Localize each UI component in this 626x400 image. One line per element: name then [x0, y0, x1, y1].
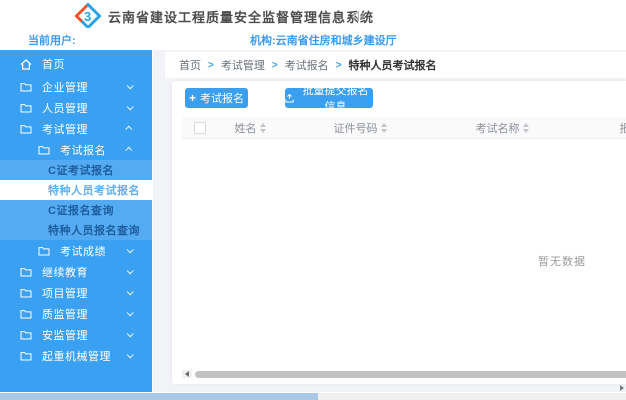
column-header[interactable]: 考试名称: [438, 117, 566, 138]
speaker-icon[interactable]: [351, 9, 365, 23]
column-header-label: 证件号码: [334, 120, 378, 136]
sidebar-item-continuing-education[interactable]: 继续教育: [0, 261, 152, 282]
chevron-down-icon: [127, 288, 134, 295]
app-header: 3 云南省建设工程质量安全监督管理信息系统: [0, 0, 626, 28]
folder-icon: [20, 309, 34, 319]
sidebar-item-special-personnel-exam-registration[interactable]: 特种人员考试报名: [0, 180, 152, 200]
sidebar-item-c-cert-exam-registration[interactable]: C证考试报名: [0, 160, 152, 180]
chevron-down-icon: [127, 103, 134, 110]
batch-submit-button-label: 批量提交报名信息: [298, 82, 373, 114]
sidebar-item-label: C证考试报名: [48, 162, 114, 178]
sidebar-item-enterprise-mgmt[interactable]: 企业管理: [0, 76, 152, 97]
sidebar-item-home[interactable]: 首页: [0, 52, 152, 76]
column-header-label: 考试名称: [476, 120, 520, 136]
sidebar-item-exam-mgmt[interactable]: 考试管理: [0, 118, 152, 139]
folder-icon: [20, 267, 34, 277]
scrollbar-thumb[interactable]: [195, 371, 626, 378]
scroll-left-arrow[interactable]: [182, 370, 192, 378]
sidebar-item-label: 企业管理: [42, 79, 88, 95]
folder-icon: [38, 246, 52, 256]
sidebar-item-c-cert-registration-query[interactable]: C证报名查询: [0, 200, 152, 220]
current-user-label: 当前用户:: [28, 32, 76, 48]
select-all-header-cell: [182, 117, 218, 138]
sort-icon[interactable]: [260, 123, 266, 133]
user-bar: 当前用户: 机构:云南省住房和城乡建设厅: [0, 28, 626, 50]
sort-icon[interactable]: [381, 123, 387, 133]
folder-icon: [38, 145, 52, 155]
folder-icon: [20, 103, 34, 113]
folder-icon: [20, 124, 34, 134]
table-header-row: 姓名 证件号码 考试名称 报名时间: [182, 117, 626, 139]
breadcrumb-item: 特种人员考试报名: [349, 57, 437, 73]
chevron-up-icon: [125, 126, 132, 133]
registration-table: 姓名 证件号码 考试名称 报名时间 暂无数据: [182, 117, 626, 364]
chevron-up-icon: [125, 147, 132, 154]
chevron-down-icon: [127, 351, 134, 358]
select-all-checkbox[interactable]: [194, 122, 206, 134]
plus-icon: +: [189, 92, 196, 104]
folder-icon: [20, 288, 34, 298]
breadcrumb-item[interactable]: 考试管理: [221, 57, 265, 73]
chevron-down-icon: [127, 309, 134, 316]
batch-submit-button[interactable]: 批量提交报名信息: [285, 88, 373, 108]
chevron-down-icon: [127, 267, 134, 274]
sidebar-item-project-mgmt[interactable]: 项目管理: [0, 282, 152, 303]
sidebar-item-exam-registration[interactable]: 考试报名: [0, 139, 152, 160]
svg-text:3: 3: [84, 9, 91, 24]
sidebar-item-label: 考试成绩: [60, 243, 106, 259]
chevron-down-icon: [127, 82, 134, 89]
sidebar-item-label: 特种人员报名查询: [48, 222, 140, 238]
upload-icon: [285, 94, 294, 103]
breadcrumb-item[interactable]: 考试报名: [285, 57, 329, 73]
page-scrollbar-thumb[interactable]: [0, 393, 318, 400]
chevron-down-icon: [127, 330, 134, 337]
sort-icon[interactable]: [523, 123, 529, 133]
exam-register-button-label: 考试报名: [200, 90, 244, 106]
table-horizontal-scrollbar: [182, 370, 626, 378]
app-logo-icon: 3: [74, 2, 102, 30]
sidebar-item-safety-supervision-mgmt[interactable]: 安监管理: [0, 324, 152, 345]
sidebar-item-label: 质监管理: [42, 306, 88, 322]
column-header[interactable]: 证件号码: [282, 117, 438, 138]
folder-icon: [20, 330, 34, 340]
sidebar-item-special-personnel-registration-query[interactable]: 特种人员报名查询: [0, 220, 152, 240]
column-header[interactable]: 姓名: [218, 117, 282, 138]
chevron-down-icon: [127, 246, 134, 253]
sidebar-item-label: 特种人员考试报名: [48, 182, 140, 198]
page-horizontal-scrollbar: [0, 393, 626, 400]
column-header-label: 报名时间: [620, 120, 626, 136]
folder-icon: [20, 82, 34, 92]
column-header[interactable]: 报名时间: [566, 117, 626, 138]
breadcrumb-item[interactable]: 首页: [179, 57, 201, 73]
column-header-label: 姓名: [235, 120, 257, 136]
breadcrumb-separator: >: [336, 60, 342, 71]
sidebar-item-label: 项目管理: [42, 285, 88, 301]
sidebar-menu: 首页企业管理人员管理考试管理考试报名 C证考试报名特种人员考试报名 C证报名查询特种…: [0, 50, 152, 392]
sidebar-item-label: 安监管理: [42, 327, 88, 343]
sidebar-item-label: 首页: [42, 56, 65, 72]
empty-state-text: 暂无数据: [182, 253, 626, 269]
home-icon: [20, 59, 34, 70]
sidebar-item-label: C证报名查询: [48, 202, 114, 218]
breadcrumb-separator: >: [208, 60, 214, 71]
sidebar-item-personnel-mgmt[interactable]: 人员管理: [0, 97, 152, 118]
folder-icon: [20, 351, 34, 361]
breadcrumb: 首页 > 考试管理 > 考试报名 > 特种人员考试报名: [165, 52, 626, 78]
sidebar-item-label: 考试报名: [60, 142, 106, 158]
sidebar-item-label: 起重机械管理: [42, 348, 111, 364]
table-viewport: 姓名 证件号码 考试名称 报名时间 暂无数据: [182, 117, 626, 364]
exam-register-button[interactable]: + 考试报名: [185, 88, 248, 108]
sidebar-item-label: 考试管理: [42, 121, 88, 137]
breadcrumb-separator: >: [272, 60, 278, 71]
page-title: 云南省建设工程质量安全监督管理信息系统: [108, 7, 374, 26]
scroll-right-arrow[interactable]: [620, 385, 624, 391]
org-label: 机构:云南省住房和城乡建设厅: [250, 32, 397, 48]
main-panel: + 考试报名 批量提交报名信息 姓名 证件号码 考试名称 报名时间 暂无数据: [172, 81, 626, 384]
sidebar-item-label: 继续教育: [42, 264, 88, 280]
sidebar-item-exam-scores[interactable]: 考试成绩: [0, 240, 152, 261]
sidebar-item-crane-machinery-mgmt[interactable]: 起重机械管理: [0, 345, 152, 366]
sidebar-item-label: 人员管理: [42, 100, 88, 116]
sidebar-item-quality-supervision-mgmt[interactable]: 质监管理: [0, 303, 152, 324]
